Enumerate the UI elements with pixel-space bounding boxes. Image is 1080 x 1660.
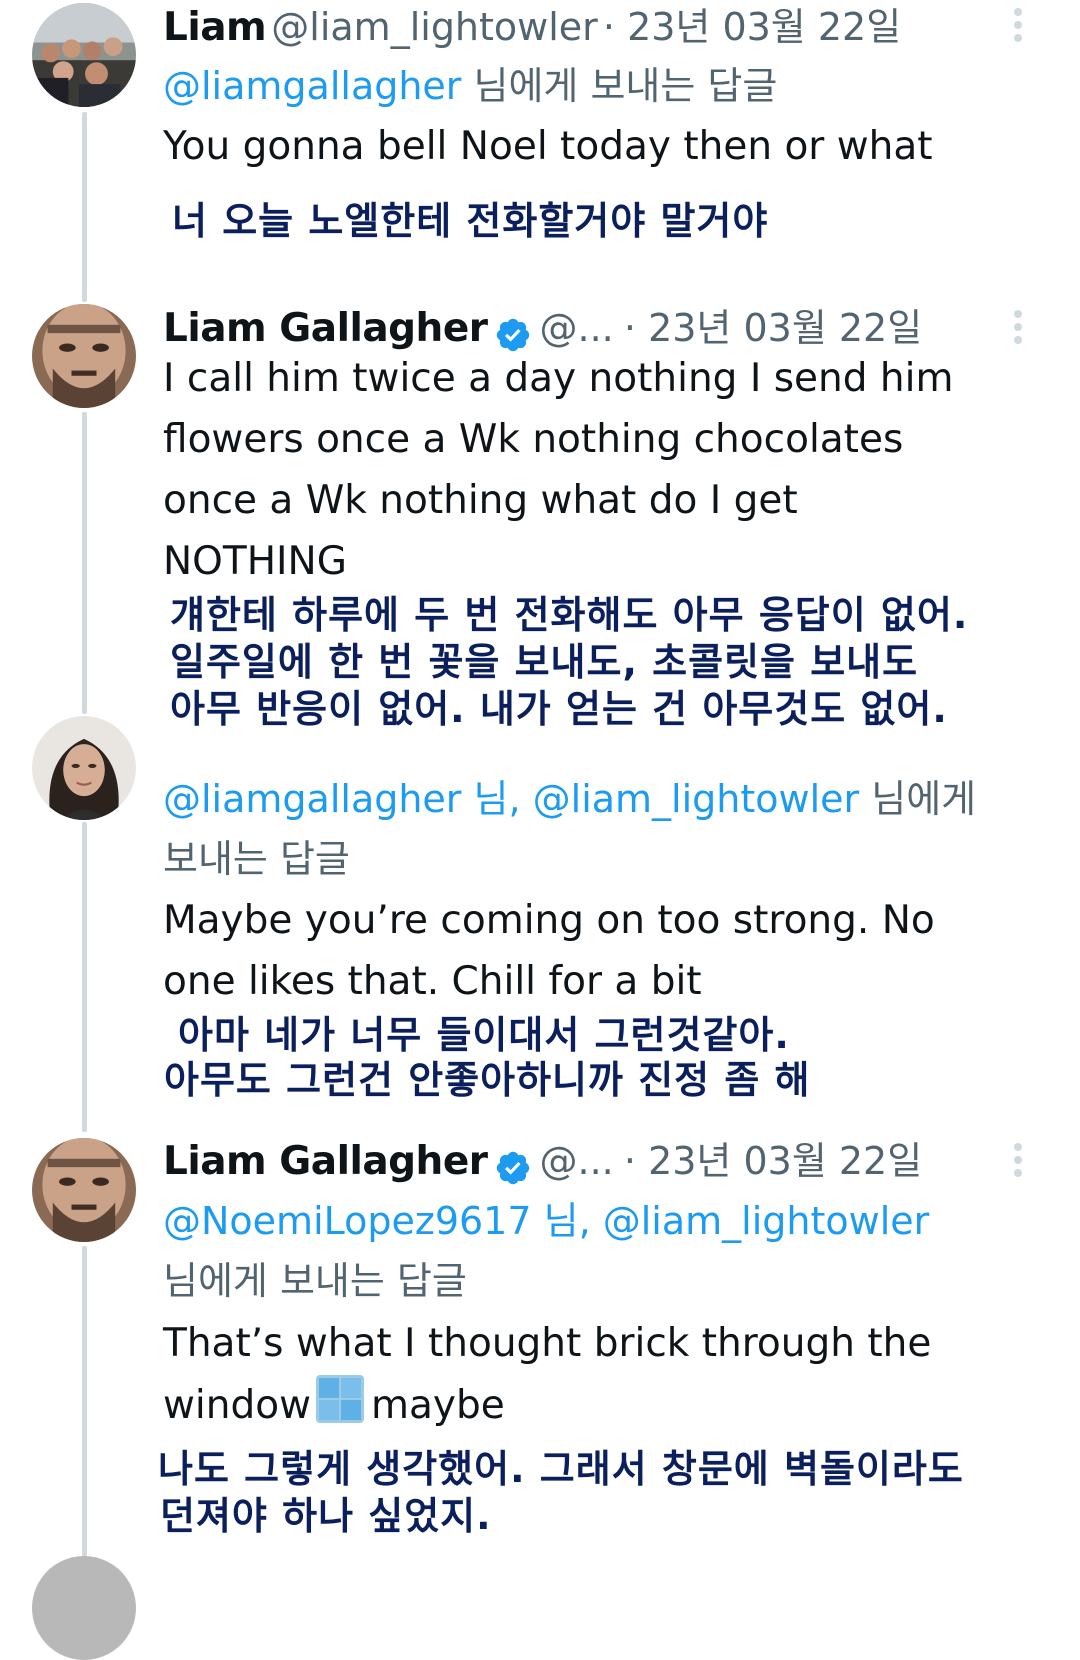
- thread-line: [82, 1246, 87, 1583]
- tweet-text-line: Maybe you’re coming on too strong. No: [163, 898, 935, 943]
- tweet-date[interactable]: · 23년 03월 22일: [624, 1139, 922, 1183]
- korean-translation: 너 오늘 노엘한테 전화할거야 말거야: [172, 199, 769, 243]
- author-name[interactable]: Liam: [163, 5, 267, 50]
- reply-context: @liamgallagher 님, @liam_lightowler 님에게: [163, 768, 976, 823]
- verified-badge-icon: [494, 1149, 532, 1191]
- korean-translation: 일주일에 한 번 꽃을 보내도, 초콜릿을 보내도: [170, 640, 919, 684]
- author-handle[interactable]: @liam_lightowler: [271, 5, 598, 49]
- tweet-text-word: window: [163, 1383, 311, 1428]
- korean-translation: 나도 그렇게 생각했어. 그래서 창문에 벽돌이라도: [158, 1447, 964, 1491]
- reply-suffix: 님에게: [859, 777, 977, 821]
- korean-translation: 아무도 그런건 안좋아하니까 진정 좀 해: [164, 1058, 811, 1102]
- tweet-text-word: maybe: [370, 1383, 505, 1428]
- tweet-text-line: I call him twice a day nothing I send hi…: [163, 356, 954, 401]
- avatar[interactable]: [32, 1138, 136, 1242]
- more-options-icon[interactable]: [1014, 1143, 1024, 1182]
- korean-translation: 걔한테 하루에 두 번 전화해도 아무 응답이 없어.: [170, 593, 969, 637]
- korean-translation: 던져야 하나 싶었지.: [160, 1494, 492, 1538]
- reply-suffix: 보내는 답글: [163, 837, 350, 881]
- mention-link[interactable]: @NoemiLopez9617 님, @liam_lightowler: [163, 1199, 929, 1243]
- korean-translation: 아무 반응이 없어. 내가 얻는 건 아무것도 없어.: [170, 687, 948, 731]
- author-name[interactable]: Liam Gallagher: [163, 306, 488, 351]
- tweet-text-line: window maybe: [163, 1374, 505, 1436]
- avatar[interactable]: [32, 1556, 136, 1660]
- avatar[interactable]: [32, 304, 136, 408]
- avatar-image: [32, 716, 136, 820]
- author-handle[interactable]: @...: [540, 1139, 614, 1183]
- author-handle[interactable]: @...: [540, 306, 614, 350]
- avatar-image: [32, 304, 136, 408]
- avatar-image: [32, 1138, 136, 1242]
- author-name[interactable]: Liam Gallagher: [163, 1139, 488, 1184]
- thread-line: [82, 112, 87, 302]
- window-emoji-icon: [315, 1374, 365, 1424]
- thread-line: [82, 822, 87, 1132]
- korean-translation: 아마 네가 너무 들이대서 그런것같아.: [178, 1013, 790, 1057]
- tweet-text-line: flowers once a Wk nothing chocolates: [163, 417, 904, 462]
- tweet-date[interactable]: · 23년 03월 22일: [603, 5, 901, 49]
- tweet-header: Liam @liam_lightowler · 23년 03월 22일: [163, 0, 901, 51]
- tweet-text-line: one likes that. Chill for a bit: [163, 959, 702, 1004]
- tweet-header: Liam Gallagher @... · 23년 03월 22일: [163, 1130, 922, 1191]
- mention-link[interactable]: @liamgallagher 님, @liam_lightowler: [163, 777, 859, 821]
- tweet-date[interactable]: · 23년 03월 22일: [624, 306, 922, 350]
- tweet-text: You gonna bell Noel today then or what: [163, 124, 933, 169]
- reply-suffix: 님에게 보내는 답글: [163, 1259, 467, 1303]
- thread-line: [82, 412, 87, 714]
- more-options-icon[interactable]: [1014, 310, 1024, 349]
- tweet-text-line: That’s what I thought brick through the: [163, 1321, 932, 1366]
- reply-context: @liamgallagher 님에게 보내는 답글: [163, 55, 777, 110]
- mention-link[interactable]: @liamgallagher: [163, 64, 461, 108]
- reply-context: @NoemiLopez9617 님, @liam_lightowler: [163, 1190, 929, 1245]
- tweet-text-line: once a Wk nothing what do I get: [163, 478, 798, 523]
- avatar[interactable]: [32, 3, 136, 107]
- tweet-text-line: NOTHING: [163, 539, 347, 584]
- avatar-image: [32, 3, 136, 107]
- reply-suffix: 님에게 보내는 답글: [461, 64, 778, 108]
- more-options-icon[interactable]: [1014, 8, 1024, 47]
- avatar[interactable]: [32, 716, 136, 820]
